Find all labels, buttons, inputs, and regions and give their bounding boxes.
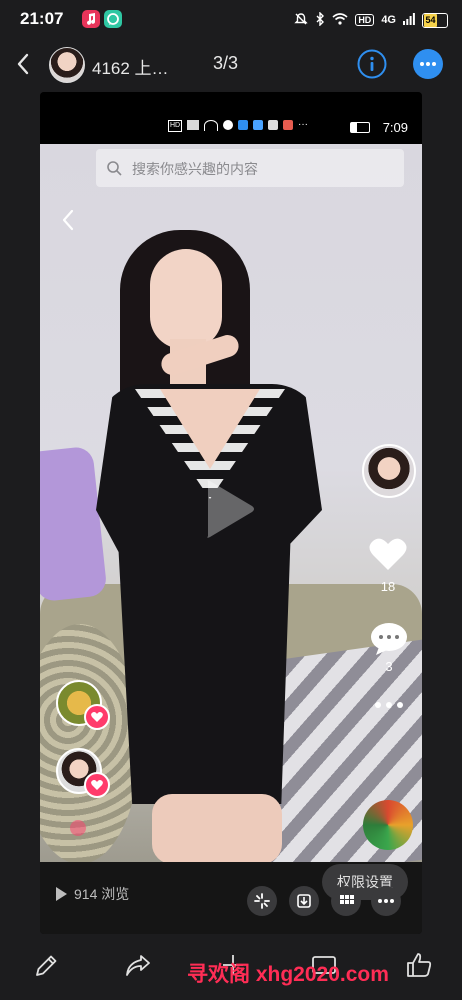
search-input[interactable]: 搜索你感兴趣的内容	[96, 149, 404, 187]
search-icon	[107, 161, 122, 176]
download-icon	[297, 894, 311, 908]
info-icon	[357, 49, 387, 79]
heart-badge	[84, 772, 110, 798]
conversation-title: 4162 上…	[92, 59, 169, 78]
video-frame[interactable]: 搜索你感兴趣的内容 18 3	[40, 144, 422, 862]
play-small-icon	[56, 887, 67, 901]
info-button[interactable]	[357, 49, 387, 79]
edit-effects-button[interactable]	[247, 886, 277, 916]
embedded-battery-icon	[350, 122, 370, 133]
embedded-screenshot[interactable]: HD ··· 7:09 搜索你感兴趣的内容 18 3 914 浏览 权限设置	[40, 92, 422, 934]
watermark-text: 寻欢阁 xhg2020.com	[187, 963, 389, 986]
play-icon	[207, 480, 254, 538]
share-button[interactable]	[123, 952, 153, 980]
heart-badge-faded	[70, 820, 86, 836]
more-dots-icon	[378, 899, 394, 903]
more-options-button[interactable]	[371, 698, 407, 712]
heart-icon	[91, 712, 103, 722]
search-placeholder: 搜索你感兴趣的内容	[132, 161, 258, 177]
heart-icon	[369, 538, 407, 570]
avatar[interactable]	[49, 47, 85, 83]
network-badge: 4G	[381, 14, 396, 26]
status-bar: 21:07 HD 4G 54	[0, 0, 462, 40]
sparkle-icon	[254, 893, 270, 909]
grid-button[interactable]	[331, 886, 361, 916]
person-face	[150, 249, 222, 349]
music-app-icon	[82, 10, 100, 28]
play-button[interactable]	[198, 474, 258, 544]
chevron-left-icon	[62, 209, 74, 231]
comment-button[interactable]	[369, 621, 409, 657]
purple-pillow	[40, 445, 108, 603]
heart-badge	[84, 704, 110, 730]
view-count: 914 浏览	[54, 884, 129, 904]
chevron-left-icon	[17, 53, 29, 75]
embedded-status-icons: HD ···	[168, 119, 308, 132]
battery-level: 54	[424, 13, 437, 27]
video-info-bar: 914 浏览 权限设置	[40, 862, 422, 934]
mute-icon	[294, 12, 309, 29]
edit-button[interactable]	[32, 952, 60, 980]
more-dots-icon	[375, 702, 403, 708]
image-counter: 3/3	[213, 53, 239, 73]
comment-count: 3	[385, 659, 393, 674]
download-button[interactable]	[289, 886, 319, 916]
signal-icon	[403, 12, 415, 28]
embedded-status-bar: HD ··· 7:09	[40, 92, 422, 144]
person-legs	[152, 794, 282, 862]
bluetooth-icon	[315, 10, 325, 29]
wifi-icon	[332, 12, 348, 28]
chat-app-icon	[104, 10, 122, 28]
embedded-status-time: 7:09	[382, 120, 408, 135]
battery-indicator: 54	[422, 12, 448, 28]
hd-badge: HD	[355, 14, 375, 26]
view-count-text: 914 浏览	[74, 886, 130, 902]
search-back-button[interactable]	[58, 206, 78, 234]
pencil-icon	[36, 955, 57, 976]
heart-icon	[91, 780, 103, 790]
more-icon	[420, 62, 436, 66]
like-toolbar-button[interactable]	[404, 950, 434, 980]
back-button[interactable]	[12, 52, 36, 76]
share-icon	[126, 955, 150, 976]
grid-icon	[340, 895, 354, 904]
creator-avatar[interactable]	[362, 444, 416, 498]
more-actions-button[interactable]	[371, 886, 401, 916]
music-disc[interactable]	[363, 800, 413, 850]
more-menu-button[interactable]	[413, 49, 443, 79]
status-indicators: HD 4G 54	[294, 10, 448, 30]
thumbs-up-icon	[407, 953, 432, 977]
like-button[interactable]	[368, 536, 408, 572]
status-time: 21:07	[20, 9, 64, 28]
comment-icon	[371, 623, 407, 655]
like-count: 18	[380, 579, 396, 594]
